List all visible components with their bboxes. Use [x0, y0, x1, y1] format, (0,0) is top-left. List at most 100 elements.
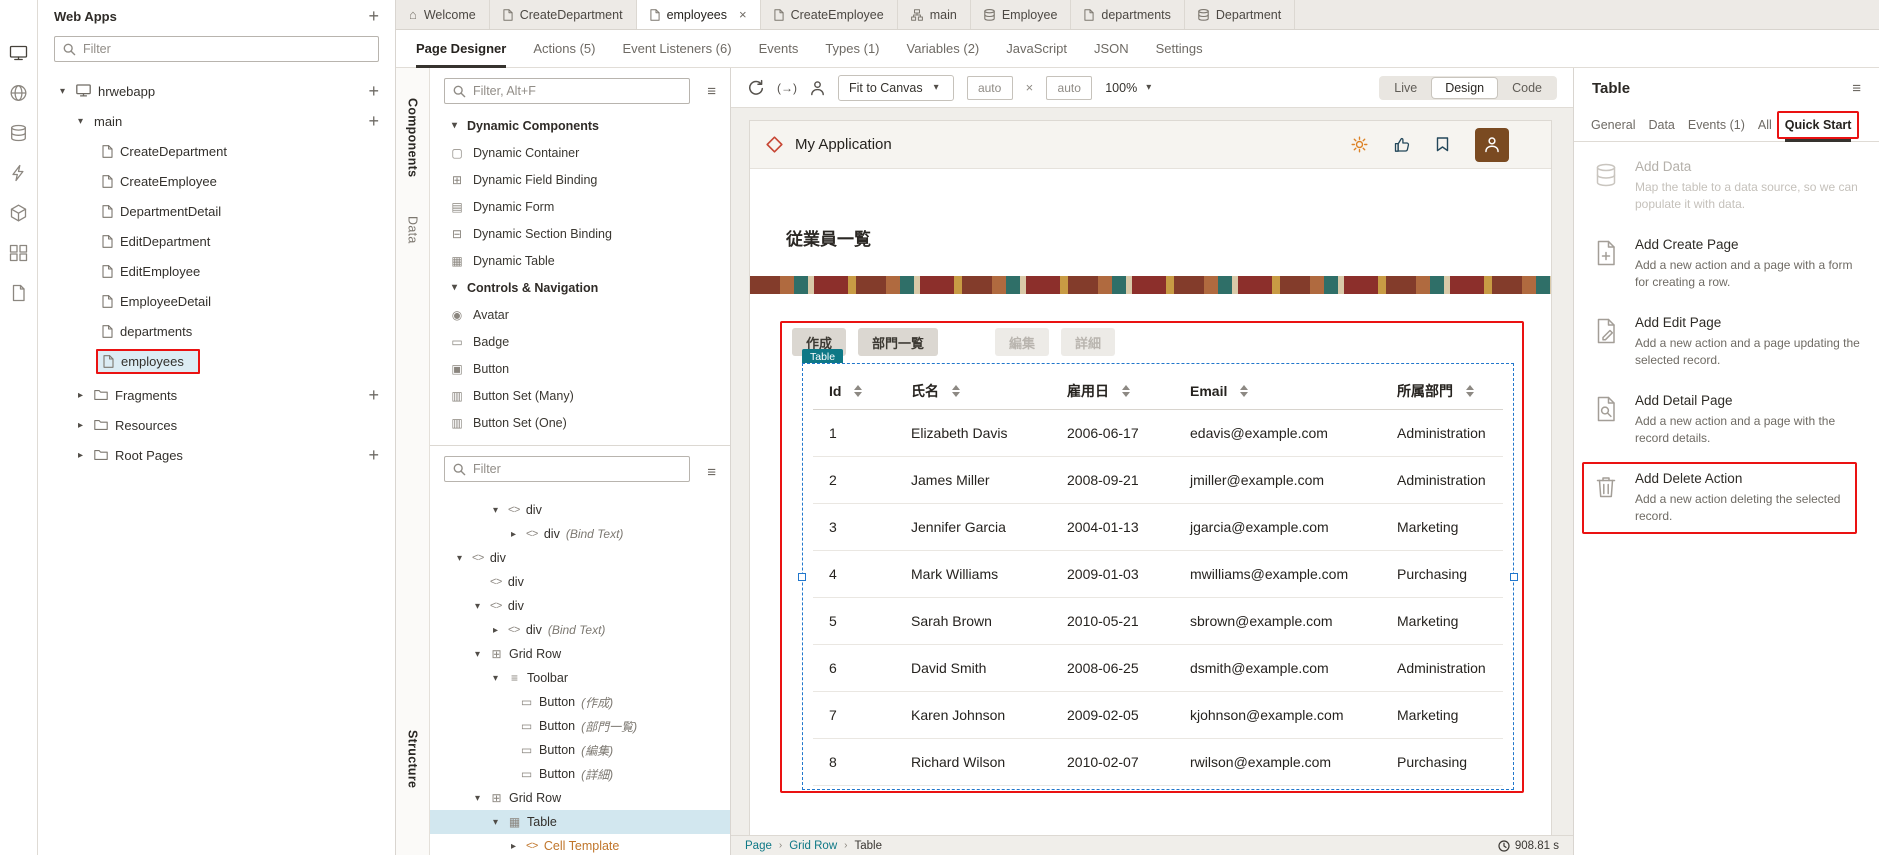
- tree-item-page[interactable]: DepartmentDetail: [38, 196, 395, 226]
- tab-departments[interactable]: departments: [1071, 0, 1184, 29]
- tab-main[interactable]: main: [898, 0, 971, 29]
- column-header-hire-date[interactable]: 雇用日: [1051, 381, 1174, 401]
- tab-data[interactable]: Data: [1648, 108, 1674, 142]
- tree-item-page[interactable]: departments: [38, 316, 395, 346]
- component-dynamic-form[interactable]: ▤Dynamic Form: [430, 193, 730, 220]
- component-button-set-one[interactable]: ▥Button Set (One): [430, 409, 730, 436]
- tab-general[interactable]: General: [1591, 108, 1635, 142]
- caret-right-icon[interactable]: ▸: [74, 390, 87, 401]
- structure-node-grid-row[interactable]: ▾⊞Grid Row: [430, 642, 730, 666]
- sort-icon[interactable]: [854, 385, 862, 397]
- department-list-button[interactable]: 部門一覧: [858, 328, 938, 356]
- tab-json[interactable]: JSON: [1094, 30, 1129, 68]
- caret-down-icon[interactable]: ▾: [74, 116, 87, 127]
- tab-page-designer[interactable]: Page Designer: [416, 30, 506, 68]
- quick-start-add-delete-action[interactable]: Add Delete ActionAdd a new action deleti…: [1574, 460, 1879, 538]
- source-icon[interactable]: [9, 284, 28, 302]
- sort-icon[interactable]: [952, 385, 960, 397]
- structure-node-div[interactable]: ▾<>div: [430, 594, 730, 618]
- structure-node-button[interactable]: ▭Button(作成): [430, 690, 730, 714]
- quick-start-add-detail-page[interactable]: Add Detail PageAdd a new action and a pa…: [1574, 382, 1879, 460]
- add-root-page-button[interactable]: +: [368, 446, 379, 464]
- structure-node-div-bind-text[interactable]: ▸<>div(Bind Text): [430, 522, 730, 546]
- canvas-width-input[interactable]: auto: [967, 76, 1013, 100]
- caret-right-icon[interactable]: ▸: [507, 841, 520, 852]
- menu-icon[interactable]: ≡: [1852, 81, 1861, 96]
- component-avatar[interactable]: ◉Avatar: [430, 301, 730, 328]
- tree-item-folder-root-pages[interactable]: ▸ Root Pages +: [38, 440, 395, 470]
- add-fragment-button[interactable]: +: [368, 386, 379, 404]
- table-row[interactable]: 3 Jennifer Garcia 2004-01-13 jgarcia@exa…: [813, 504, 1503, 551]
- quick-start-add-create-page[interactable]: Add Create PageAdd a new action and a pa…: [1574, 226, 1879, 304]
- components-icon[interactable]: [9, 204, 28, 222]
- tab-events[interactable]: Events (1): [1688, 108, 1745, 142]
- breadcrumb-grid-row[interactable]: Grid Row: [789, 840, 837, 852]
- tab-structure[interactable]: Structure: [406, 730, 420, 788]
- mode-code[interactable]: Code: [1499, 78, 1555, 98]
- tab-employee[interactable]: Employee: [971, 0, 1072, 29]
- column-header-department[interactable]: 所属部門: [1381, 381, 1503, 401]
- column-header-email[interactable]: Email: [1174, 383, 1381, 399]
- table-row[interactable]: 4 Mark Williams 2009-01-03 mwilliams@exa…: [813, 551, 1503, 598]
- tab-settings[interactable]: Settings: [1156, 30, 1203, 68]
- component-dynamic-field-binding[interactable]: ⊞Dynamic Field Binding: [430, 166, 730, 193]
- tab-types[interactable]: Types (1): [825, 30, 879, 68]
- add-flow-button[interactable]: +: [368, 82, 379, 100]
- selection-handle[interactable]: [798, 573, 806, 581]
- tab-events[interactable]: Events: [759, 30, 799, 68]
- processes-icon[interactable]: [9, 164, 28, 182]
- structure-node-button[interactable]: ▭Button(詳細): [430, 762, 730, 786]
- sort-icon[interactable]: [1466, 385, 1474, 397]
- tree-item-page-employees-selected[interactable]: employees: [38, 346, 395, 376]
- tree-item-flow-main[interactable]: ▾ main +: [38, 106, 395, 136]
- structure-node-grid-row[interactable]: ▾⊞Grid Row: [430, 786, 730, 810]
- tree-item-page[interactable]: CreateDepartment: [38, 136, 395, 166]
- add-web-app-button[interactable]: +: [368, 7, 379, 25]
- structure-node-div[interactable]: ▾<>div: [430, 546, 730, 570]
- tab-variables[interactable]: Variables (2): [907, 30, 980, 68]
- caret-right-icon[interactable]: ▸: [74, 450, 87, 461]
- table-row[interactable]: 7 Karen Johnson 2009-02-05 kjohnson@exam…: [813, 692, 1503, 739]
- detail-button[interactable]: 詳細: [1061, 328, 1115, 356]
- breadcrumb-page[interactable]: Page: [745, 840, 772, 852]
- table-row[interactable]: 2 James Miller 2008-09-21 jmiller@exampl…: [813, 457, 1503, 504]
- navigate-icon[interactable]: (→): [777, 81, 797, 95]
- tab-department[interactable]: Department: [1185, 0, 1295, 29]
- services-icon[interactable]: [9, 84, 28, 102]
- structure-node-div-bind-text[interactable]: ▸<>div(Bind Text): [430, 618, 730, 642]
- caret-down-icon[interactable]: ▾: [471, 649, 484, 660]
- table-selection-outline[interactable]: Id 氏名 雇用日 Email 所属部門 1 Elizabeth Davis 2…: [802, 363, 1514, 790]
- tree-item-page[interactable]: EditDepartment: [38, 226, 395, 256]
- caret-down-icon[interactable]: ▾: [489, 817, 502, 828]
- business-objects-icon[interactable]: [9, 124, 28, 142]
- mode-live[interactable]: Live: [1381, 78, 1430, 98]
- section-dynamic-components[interactable]: ▾Dynamic Components: [430, 112, 730, 139]
- caret-down-icon[interactable]: ▾: [56, 86, 69, 97]
- quick-start-add-edit-page[interactable]: Add Edit PageAdd a new action and a page…: [1574, 304, 1879, 382]
- caret-down-icon[interactable]: ▾: [471, 793, 484, 804]
- table-row[interactable]: 6 David Smith 2008-06-25 dsmith@example.…: [813, 645, 1503, 692]
- caret-right-icon[interactable]: ▸: [74, 420, 87, 431]
- layouts-icon[interactable]: [9, 244, 28, 262]
- gear-icon[interactable]: [1351, 136, 1368, 153]
- structure-node-button[interactable]: ▭Button(編集): [430, 738, 730, 762]
- structure-node-div[interactable]: <>div: [430, 570, 730, 594]
- column-header-name[interactable]: 氏名: [895, 381, 1051, 401]
- component-dynamic-section-binding[interactable]: ⊟Dynamic Section Binding: [430, 220, 730, 247]
- caret-down-icon[interactable]: ▾: [489, 673, 502, 684]
- bookmark-icon[interactable]: [1436, 137, 1449, 152]
- tab-employees-active[interactable]: employees×: [637, 0, 761, 29]
- table-row[interactable]: 1 Elizabeth Davis 2006-06-17 edavis@exam…: [813, 410, 1503, 457]
- components-filter-input[interactable]: [473, 84, 681, 98]
- refresh-icon[interactable]: [747, 79, 764, 96]
- tab-actions[interactable]: Actions (5): [533, 30, 595, 68]
- caret-down-icon[interactable]: ▾: [489, 505, 502, 516]
- fit-to-canvas-button[interactable]: Fit to Canvas▾: [838, 75, 954, 101]
- zoom-select[interactable]: 100%▾: [1105, 81, 1155, 95]
- breadcrumb-table[interactable]: Table: [854, 840, 882, 852]
- caret-right-icon[interactable]: ▸: [489, 625, 502, 636]
- tree-item-folder-resources[interactable]: ▸ Resources: [38, 410, 395, 440]
- component-button[interactable]: ▣Button: [430, 355, 730, 382]
- caret-down-icon[interactable]: ▾: [448, 120, 461, 131]
- tab-quick-start[interactable]: Quick Start: [1785, 108, 1852, 142]
